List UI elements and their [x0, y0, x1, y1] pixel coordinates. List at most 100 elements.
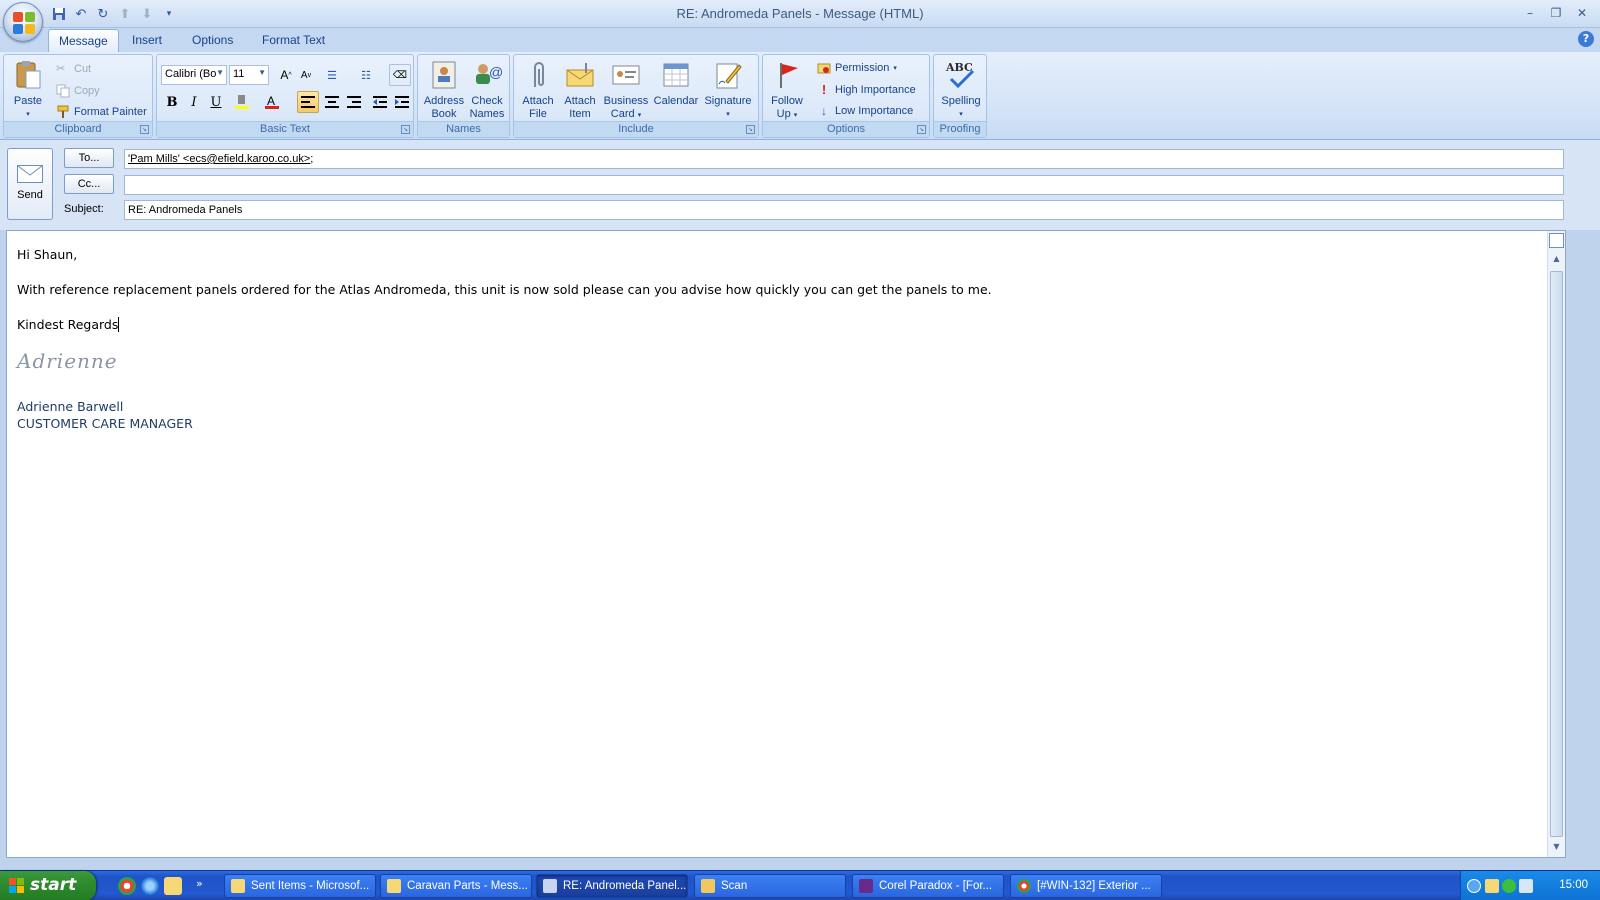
paste-button[interactable]: Paste ▾	[8, 57, 48, 121]
address-book-button[interactable]: Address Book	[422, 57, 466, 121]
format-painter-button[interactable]: Format Painter	[56, 102, 147, 122]
follow-up-button[interactable]: Follow Up ▾	[767, 57, 807, 122]
align-right-icon[interactable]	[343, 91, 365, 113]
calendar-button[interactable]: Calendar	[652, 57, 700, 108]
tray-outlook-icon[interactable]	[1485, 879, 1499, 893]
align-left-icon[interactable]	[297, 91, 319, 113]
scissors-icon: ✂	[56, 63, 66, 75]
dialog-launcher-icon[interactable]: ↘	[140, 125, 149, 134]
tab-options[interactable]: Options	[182, 29, 243, 52]
to-recipient[interactable]: 'Pam Mills' <ecs@efield.karoo.co.uk>	[128, 153, 310, 165]
font-name-value: Calibri (Bo	[165, 68, 217, 80]
ruler-icon[interactable]	[1549, 233, 1564, 248]
paperclip-icon	[522, 59, 554, 91]
signature-name: Adrienne Barwell	[17, 399, 124, 414]
cut-label: Cut	[74, 63, 92, 75]
spellcheck-icon: ABC	[945, 59, 977, 91]
bullets-icon[interactable]: ☰	[321, 64, 343, 86]
outlook-quicklaunch-icon[interactable]	[164, 877, 182, 895]
font-name-combo[interactable]: Calibri (Bo ▼	[161, 65, 227, 85]
font-size-combo[interactable]: 11 ▼	[229, 65, 269, 85]
send-button[interactable]: Send	[7, 148, 53, 220]
quicklaunch-overflow-icon[interactable]: »	[196, 877, 203, 890]
next-item-icon[interactable]: ⬇	[138, 5, 156, 23]
grow-font-icon[interactable]: A ^	[275, 64, 297, 86]
italic-button[interactable]: I	[183, 91, 205, 113]
business-card-button[interactable]: Business Card ▾	[602, 57, 650, 122]
message-body[interactable]: Hi Shaun, With reference replacement pan…	[6, 230, 1566, 858]
copy-label: Copy	[74, 85, 100, 97]
system-tray: 15:00	[1460, 871, 1600, 900]
restore-icon[interactable]: ❐	[1544, 3, 1568, 23]
cut-button[interactable]: ✂ Cut	[56, 59, 91, 79]
increase-indent-icon[interactable]	[391, 91, 413, 113]
vertical-scrollbar[interactable]: ▲ ▼	[1547, 231, 1565, 857]
customize-qat-icon[interactable]: ▾	[160, 5, 178, 23]
bold-button[interactable]: B	[161, 91, 183, 113]
underline-button[interactable]: U	[205, 91, 227, 113]
tab-insert[interactable]: Insert	[122, 29, 172, 52]
help-icon[interactable]: ?	[1578, 31, 1594, 47]
task-scan[interactable]: Scan	[694, 874, 846, 898]
clock[interactable]: 15:00	[1559, 879, 1588, 891]
spelling-button[interactable]: ABC Spelling ▾	[936, 57, 986, 121]
options-group: Follow Up ▾ Permission ▾ ! High Importan…	[762, 54, 930, 138]
send-label: Send	[17, 189, 43, 201]
copy-button[interactable]: Copy	[56, 81, 100, 101]
paste-dropdown-icon[interactable]: ▾	[8, 108, 48, 121]
chrome-icon[interactable]	[118, 877, 136, 895]
attach-file-label-line2: File	[529, 108, 547, 120]
windows-logo-icon	[9, 878, 25, 894]
decrease-indent-icon[interactable]	[369, 91, 391, 113]
start-button[interactable]: start	[0, 871, 96, 900]
cc-field[interactable]	[124, 175, 1564, 195]
shrink-font-icon[interactable]: Av	[295, 64, 317, 86]
task-win-132[interactable]: [#WIN-132] Exterior ...	[1010, 874, 1162, 898]
dialog-launcher-icon[interactable]: ↘	[401, 125, 410, 134]
dialog-launcher-icon[interactable]: ↘	[746, 125, 755, 134]
task-caravan-parts[interactable]: Caravan Parts - Mess...	[380, 874, 532, 898]
tab-message[interactable]: Message	[48, 29, 119, 52]
ie-icon[interactable]	[141, 877, 159, 895]
attach-file-button[interactable]: Attach File	[518, 57, 558, 121]
redo-icon[interactable]: ↻	[94, 5, 112, 23]
task-corel-paradox[interactable]: Corel Paradox - [For...	[852, 874, 1004, 898]
task-re-andromeda-panels[interactable]: RE: Andromeda Panel...	[536, 874, 688, 898]
permission-button[interactable]: Permission ▾	[817, 58, 897, 78]
scroll-thumb[interactable]	[1550, 271, 1563, 837]
body-paragraph: With reference replacement panels ordere…	[17, 282, 992, 297]
check-names-button[interactable]: @ Check Names	[466, 57, 508, 121]
envelope-clip-icon	[564, 59, 596, 91]
task-sent-items[interactable]: Sent Items - Microsof...	[224, 874, 376, 898]
low-importance-button[interactable]: ↓ Low Importance	[817, 101, 913, 121]
close-icon[interactable]: ✕	[1570, 3, 1594, 23]
task-label: Corel Paradox - [For...	[879, 880, 993, 892]
numbering-icon[interactable]: ☷	[355, 64, 377, 86]
attach-item-button[interactable]: Attach Item	[560, 57, 600, 121]
dialog-launcher-icon[interactable]: ↘	[917, 125, 926, 134]
tray-expand-icon[interactable]	[1467, 879, 1481, 893]
font-color-icon[interactable]: A	[261, 91, 283, 113]
follow-up-label-text: Up	[776, 108, 791, 120]
to-button[interactable]: To...	[64, 148, 114, 168]
clipboard-group: Paste ▾ ✂ Cut Copy Format Painter Clipbo…	[3, 54, 153, 138]
undo-icon[interactable]: ↶	[72, 5, 90, 23]
tab-format-text[interactable]: Format Text	[252, 29, 335, 52]
align-center-icon[interactable]	[321, 91, 343, 113]
high-importance-button[interactable]: ! High Importance	[817, 80, 916, 100]
save-icon[interactable]	[50, 5, 68, 23]
minimize-icon[interactable]: –	[1518, 3, 1542, 23]
tray-network-icon[interactable]	[1502, 879, 1516, 893]
tray-monitor-icon[interactable]	[1519, 879, 1533, 893]
scroll-down-icon[interactable]: ▼	[1549, 839, 1564, 854]
subject-field[interactable]: RE: Andromeda Panels	[124, 200, 1564, 220]
chevron-down-icon: ▾	[637, 112, 642, 119]
cc-button[interactable]: Cc...	[64, 174, 114, 194]
clear-formatting-icon[interactable]: ⌫	[389, 64, 411, 86]
previous-item-icon[interactable]: ⬆	[116, 5, 134, 23]
office-button[interactable]	[3, 2, 43, 42]
highlight-icon[interactable]	[231, 91, 253, 113]
signature-button[interactable]: Signature ▾	[702, 57, 754, 121]
scroll-up-icon[interactable]: ▲	[1549, 251, 1564, 266]
to-field[interactable]: 'Pam Mills' <ecs@efield.karoo.co.uk>;	[124, 149, 1564, 169]
